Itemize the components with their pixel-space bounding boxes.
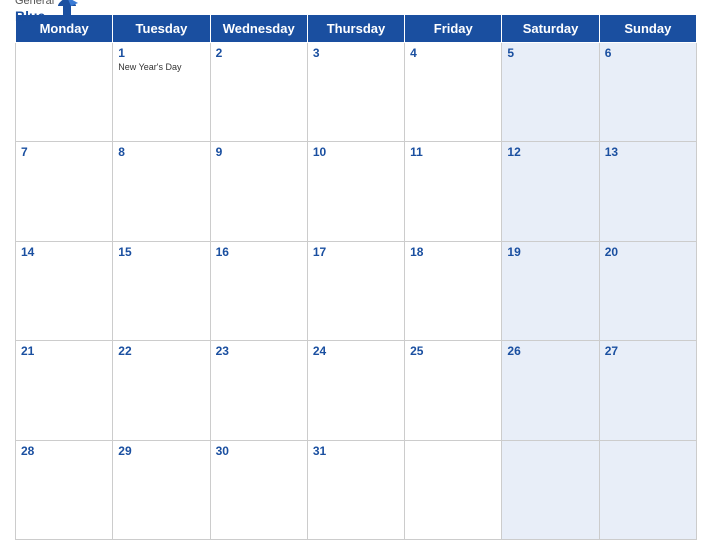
calendar-cell: 15 — [113, 241, 210, 340]
calendar-cell: 12 — [502, 142, 599, 241]
logo: General Blue — [15, 0, 78, 25]
day-number: 2 — [216, 46, 302, 60]
day-number: 31 — [313, 444, 399, 458]
calendar-cell: 3 — [307, 43, 404, 142]
day-number: 5 — [507, 46, 593, 60]
day-number: 25 — [410, 344, 496, 358]
weekday-header-sunday: Sunday — [599, 15, 696, 43]
day-number: 8 — [118, 145, 204, 159]
day-number: 30 — [216, 444, 302, 458]
day-number: 14 — [21, 245, 107, 259]
day-number: 1 — [118, 46, 204, 60]
day-number: 11 — [410, 145, 496, 159]
day-number: 19 — [507, 245, 593, 259]
calendar-cell: 1 New Year's Day — [113, 43, 210, 142]
day-number: 17 — [313, 245, 399, 259]
day-number: 26 — [507, 344, 593, 358]
day-number: 4 — [410, 46, 496, 60]
calendar-week-row: 789 10 11 12 13 — [16, 142, 697, 241]
day-number: 15 — [118, 245, 204, 259]
calendar-cell: 16 — [210, 241, 307, 340]
day-number: 18 — [410, 245, 496, 259]
calendar-cell: 31 — [307, 440, 404, 539]
day-number: 6 — [605, 46, 691, 60]
calendar-cell: 2 — [210, 43, 307, 142]
day-number: 27 — [605, 344, 691, 358]
day-number: 9 — [216, 145, 302, 159]
calendar-cell: 8 — [113, 142, 210, 241]
calendar-cell: 30 — [210, 440, 307, 539]
weekday-header-tuesday: Tuesday — [113, 15, 210, 43]
holiday-label: New Year's Day — [118, 62, 204, 73]
day-number: 3 — [313, 46, 399, 60]
calendar-cell: 26 — [502, 341, 599, 440]
day-number: 21 — [21, 344, 107, 358]
calendar-cell: 5 — [502, 43, 599, 142]
weekday-header-row: MondayTuesdayWednesdayThursdayFridaySatu… — [16, 15, 697, 43]
day-number: 12 — [507, 145, 593, 159]
calendar-cell: 17 — [307, 241, 404, 340]
calendar-cell: 23 — [210, 341, 307, 440]
calendar-cell: 29 — [113, 440, 210, 539]
day-number: 10 — [313, 145, 399, 159]
calendar-cell: 6 — [599, 43, 696, 142]
calendar-cell: 11 — [405, 142, 502, 241]
logo-bird-icon — [56, 0, 78, 25]
calendar-cell — [16, 43, 113, 142]
calendar-cell: 13 — [599, 142, 696, 241]
day-number: 13 — [605, 145, 691, 159]
calendar-cell: 7 — [16, 142, 113, 241]
weekday-header-saturday: Saturday — [502, 15, 599, 43]
calendar-cell: 18 — [405, 241, 502, 340]
day-number: 29 — [118, 444, 204, 458]
calendar-cell: 27 — [599, 341, 696, 440]
weekday-header-wednesday: Wednesday — [210, 15, 307, 43]
calendar-cell: 4 — [405, 43, 502, 142]
logo-general-text: General — [15, 0, 54, 8]
day-number: 24 — [313, 344, 399, 358]
day-number: 23 — [216, 344, 302, 358]
calendar-week-row: 28 29 30 31 — [16, 440, 697, 539]
calendar-cell: 25 — [405, 341, 502, 440]
day-number: 22 — [118, 344, 204, 358]
calendar-cell — [599, 440, 696, 539]
calendar-cell: 10 — [307, 142, 404, 241]
calendar-cell: 20 — [599, 241, 696, 340]
calendar-cell: 19 — [502, 241, 599, 340]
day-number: 7 — [21, 145, 107, 159]
calendar-cell: 14 — [16, 241, 113, 340]
logo-blue-text: Blue — [15, 8, 54, 25]
weekday-header-thursday: Thursday — [307, 15, 404, 43]
day-number: 16 — [216, 245, 302, 259]
calendar-cell — [405, 440, 502, 539]
day-number: 20 — [605, 245, 691, 259]
calendar-cell: 24 — [307, 341, 404, 440]
calendar-week-row: 14 15 16 17 18 19 20 — [16, 241, 697, 340]
calendar-table: MondayTuesdayWednesdayThursdayFridaySatu… — [15, 14, 697, 540]
calendar-cell: 28 — [16, 440, 113, 539]
calendar-cell: 22 — [113, 341, 210, 440]
weekday-header-friday: Friday — [405, 15, 502, 43]
calendar-cell: 9 — [210, 142, 307, 241]
calendar-week-row: 21 22 23 24 25 26 27 — [16, 341, 697, 440]
calendar-cell: 21 — [16, 341, 113, 440]
calendar-week-row: 1 New Year's Day 23456 — [16, 43, 697, 142]
day-number: 28 — [21, 444, 107, 458]
calendar-cell — [502, 440, 599, 539]
